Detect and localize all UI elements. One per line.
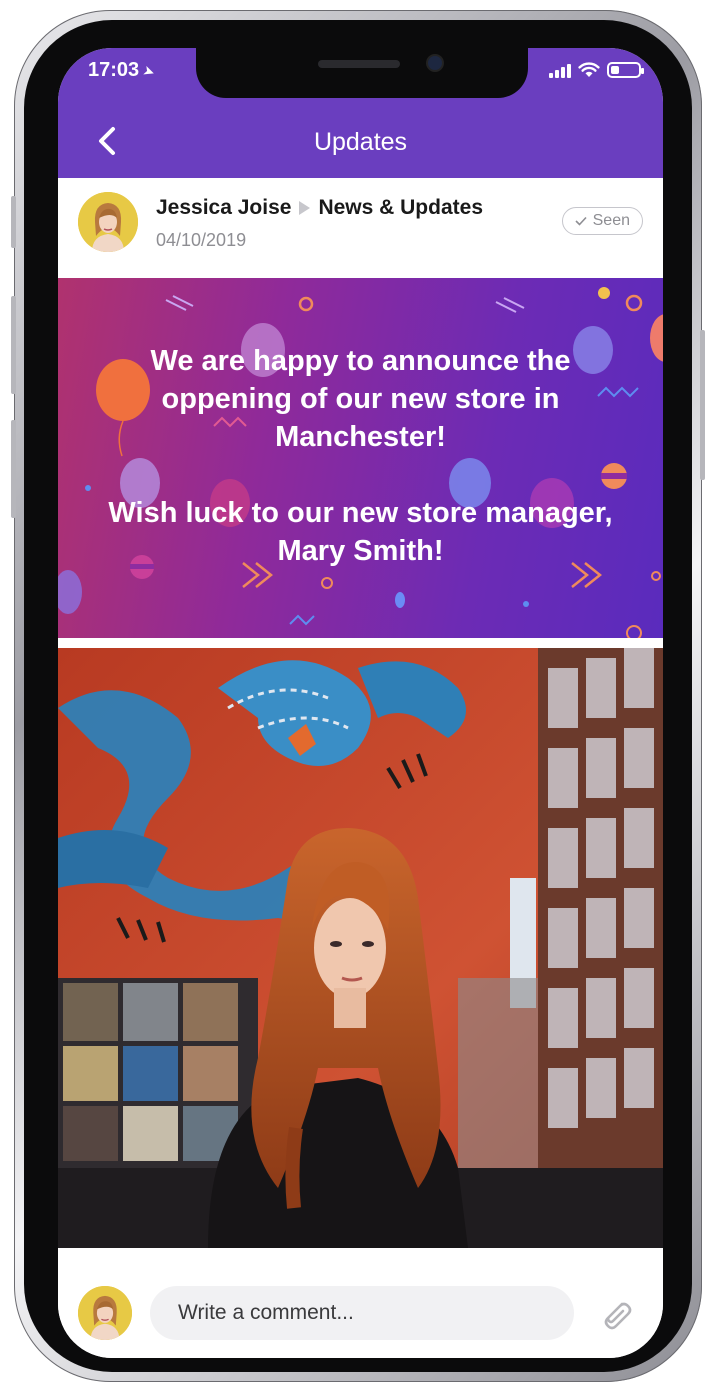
status-time-text: 17:03 xyxy=(88,59,140,81)
announcement-line-2: Wish luck to our new store manager, Mary… xyxy=(108,497,613,567)
triangle-right-icon xyxy=(299,201,311,215)
announcement-text: We are happy to announce the oppening of… xyxy=(98,342,623,570)
speaker-grille xyxy=(318,60,400,68)
status-icons xyxy=(549,62,644,78)
paperclip-icon[interactable] xyxy=(596,1294,636,1334)
author-avatar[interactable] xyxy=(78,192,138,252)
seen-badge: Seen xyxy=(561,207,643,235)
signal-icon xyxy=(549,63,571,78)
comment-input[interactable] xyxy=(150,1286,574,1340)
wifi-icon xyxy=(578,62,600,77)
status-time: 17:03 ➤ xyxy=(88,59,158,82)
volume-up-button xyxy=(11,296,16,394)
page-title: Updates xyxy=(313,128,408,156)
post-header: Jessica Joise News & Updates 04/10/2019 … xyxy=(58,178,663,278)
battery-fill xyxy=(611,66,619,74)
post-date: 04/10/2019 xyxy=(156,230,247,250)
volume-down-button xyxy=(11,420,16,518)
announcement-line-1: We are happy to announce the oppening of… xyxy=(150,345,571,453)
battery-icon xyxy=(607,62,644,78)
comment-bar xyxy=(58,1248,663,1358)
author-name[interactable]: Jessica Joise xyxy=(156,196,291,220)
location-arrow-icon: ➤ xyxy=(140,61,158,81)
announcement-banner: We are happy to announce the oppening of… xyxy=(58,278,663,638)
power-button xyxy=(700,330,705,480)
notch xyxy=(196,48,528,98)
channel-name[interactable]: News & Updates xyxy=(318,196,483,220)
check-icon xyxy=(575,216,587,226)
content-divider xyxy=(58,638,663,648)
app-screen: 17:03 ➤ Updates Jessica Joise News & Upd… xyxy=(58,48,663,1358)
front-camera xyxy=(428,56,442,70)
post-photo[interactable] xyxy=(58,648,663,1248)
app-header: 17:03 ➤ Updates xyxy=(58,48,663,178)
author-line: Jessica Joise News & Updates xyxy=(156,196,483,220)
user-avatar[interactable] xyxy=(78,1286,132,1340)
seen-label: Seen xyxy=(592,212,630,229)
silent-switch xyxy=(11,196,16,248)
